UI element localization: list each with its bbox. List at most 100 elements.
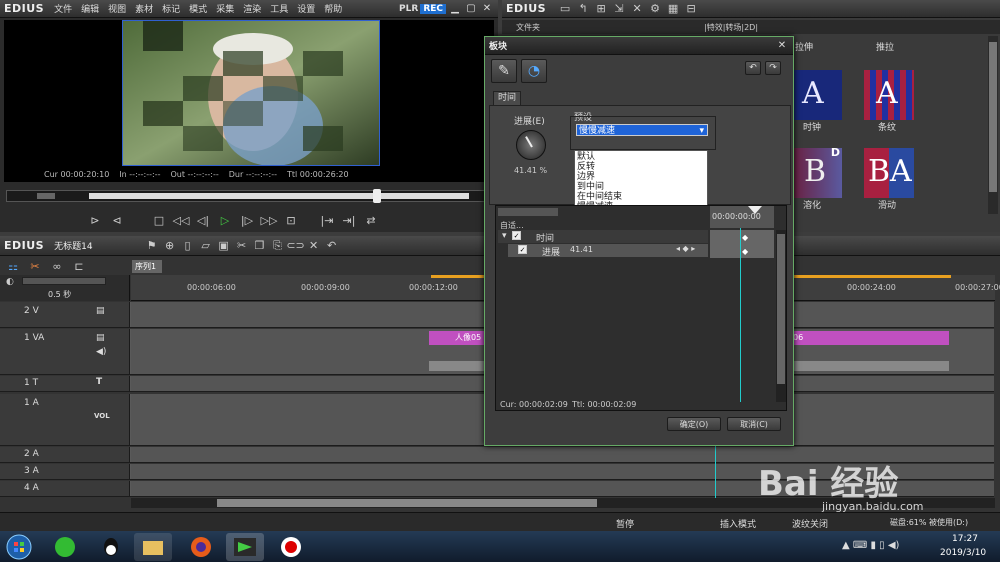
sync-icon[interactable]: ∞ bbox=[48, 259, 66, 273]
effects-scrollbar[interactable] bbox=[988, 36, 998, 214]
step-back-icon[interactable]: ◁| bbox=[194, 213, 212, 227]
minimize-icon[interactable]: ▁ bbox=[448, 2, 462, 15]
menu-item-6[interactable]: 采集 bbox=[216, 5, 234, 15]
track-video-icon-2[interactable]: ▤ bbox=[96, 333, 105, 343]
fast-forward-icon[interactable]: ▷▷ bbox=[260, 213, 278, 227]
keyframe-diamond-1[interactable]: ◆ bbox=[742, 233, 748, 242]
tray-icons[interactable]: ▲ ⌨ ▮ ▯ ◀) bbox=[842, 540, 899, 551]
expand-icon[interactable]: ⊟ bbox=[682, 2, 700, 16]
cancel-button[interactable]: 取消(C) bbox=[727, 417, 781, 431]
kf-vscroll[interactable] bbox=[776, 230, 786, 402]
preset-option-3[interactable]: 到中间 bbox=[575, 182, 707, 192]
scale-value[interactable]: 0.5 秒 bbox=[48, 289, 71, 300]
firefox-app-icon[interactable] bbox=[182, 533, 220, 561]
clip-b[interactable]: 06 bbox=[793, 331, 949, 345]
save-icon[interactable]: ▣ bbox=[215, 239, 233, 253]
effect-label-push[interactable]: 推拉 bbox=[855, 40, 915, 53]
rewind-icon[interactable]: ◁◁ bbox=[172, 213, 190, 227]
scrubber-handle[interactable] bbox=[37, 193, 55, 199]
kf-nav-icon[interactable]: ◂ ◆ ▸ bbox=[676, 244, 695, 253]
preset-option-0[interactable]: 默认 bbox=[575, 152, 707, 162]
start-button[interactable] bbox=[4, 533, 34, 561]
track-audio-icon[interactable]: ◀) bbox=[96, 347, 106, 357]
effect-label-slide[interactable]: 滑动 bbox=[857, 198, 917, 211]
stop-icon[interactable]: □ bbox=[150, 213, 168, 227]
open-icon[interactable]: ▱ bbox=[197, 239, 215, 253]
sequence-icon[interactable]: ⚑ bbox=[143, 239, 161, 253]
replace-icon[interactable]: ⇄ bbox=[362, 213, 380, 227]
menu-item-1[interactable]: 编辑 bbox=[81, 5, 99, 15]
gauge-icon[interactable]: ◔ bbox=[521, 59, 547, 83]
progress-knob[interactable] bbox=[516, 130, 546, 160]
snap-icon[interactable]: ✂ bbox=[26, 259, 44, 273]
play-icon[interactable]: ▷ bbox=[216, 213, 234, 227]
sequence-tab[interactable]: 序列1 bbox=[132, 260, 162, 273]
menu-item-5[interactable]: 模式 bbox=[189, 5, 207, 15]
rec-label[interactable]: REC bbox=[420, 3, 446, 14]
ripple-icon[interactable]: ⊏ bbox=[70, 259, 88, 273]
menu-item-3[interactable]: 素材 bbox=[135, 5, 153, 15]
progress-checkbox[interactable]: ✓ bbox=[518, 245, 527, 254]
menu-item-8[interactable]: 工具 bbox=[270, 5, 288, 15]
dialog-tab[interactable]: 时间 bbox=[493, 91, 521, 105]
preset-option-2[interactable]: 边界 bbox=[575, 172, 707, 182]
dialog-close-icon[interactable]: ✕ bbox=[775, 39, 789, 52]
effect-thumb-stripe[interactable]: A bbox=[864, 70, 914, 120]
preset-option-1[interactable]: 反转 bbox=[575, 162, 707, 172]
paste-icon[interactable]: ⎘ bbox=[269, 239, 287, 253]
kf-row-time[interactable]: ▾ ✓ 时间 bbox=[498, 230, 708, 244]
overwrite-icon[interactable]: ⇥| bbox=[340, 213, 358, 227]
properties-icon[interactable]: ⚙ bbox=[646, 2, 664, 16]
brush-icon[interactable]: ✎ bbox=[491, 59, 517, 83]
folder-icon[interactable]: ▭ bbox=[556, 2, 574, 16]
effect-thumb-clock[interactable]: A bbox=[792, 70, 842, 120]
kf-row-progress[interactable]: ✓ 进展 41.41 ◂ ◆ ▸ bbox=[508, 244, 708, 258]
player-scrubber[interactable] bbox=[6, 189, 492, 203]
qq-app-icon[interactable] bbox=[92, 533, 130, 561]
apply-icon[interactable]: ⇲ bbox=[610, 2, 628, 16]
time-checkbox[interactable]: ✓ bbox=[512, 231, 521, 240]
undo-icon[interactable]: ↶ bbox=[323, 239, 341, 253]
kf-playhead-icon[interactable] bbox=[748, 206, 762, 214]
menu-item-4[interactable]: 标记 bbox=[162, 5, 180, 15]
folder-tab[interactable]: 文件夹 bbox=[516, 22, 540, 33]
lock-icon[interactable]: ◐ bbox=[6, 277, 14, 287]
plr-label[interactable]: PLR bbox=[399, 4, 418, 14]
menu-item-0[interactable]: 文件 bbox=[54, 5, 72, 15]
track-video-icon[interactable]: ▤ bbox=[96, 306, 105, 316]
redo-dialog-icon[interactable]: ↷ bbox=[765, 61, 781, 75]
menu-item-2[interactable]: 视图 bbox=[108, 5, 126, 15]
effect-thumb-dissolve[interactable]: D B bbox=[792, 146, 842, 198]
tree-icon[interactable]: ⊞ bbox=[592, 2, 610, 16]
close-icon[interactable]: ✕ bbox=[480, 2, 494, 15]
vol-label[interactable]: VOL bbox=[94, 412, 110, 420]
maximize-icon[interactable]: ▢ bbox=[464, 2, 478, 15]
mark-out-icon[interactable]: ⊲ bbox=[108, 213, 126, 227]
text-track-icon[interactable]: T bbox=[96, 377, 102, 387]
expand-arrow-icon[interactable]: ▾ bbox=[502, 231, 507, 241]
effect-thumb-slide[interactable]: B A bbox=[864, 148, 914, 198]
menu-item-7[interactable]: 渲染 bbox=[243, 5, 261, 15]
up-folder-icon[interactable]: ↰ bbox=[574, 2, 592, 16]
mode-icon[interactable]: ⚏ bbox=[4, 259, 22, 273]
undo-dialog-icon[interactable]: ↶ bbox=[745, 61, 761, 75]
insert-icon[interactable]: |⇥ bbox=[318, 213, 336, 227]
kf-slider[interactable] bbox=[498, 208, 558, 216]
effect-label-stripe[interactable]: 条纹 bbox=[857, 120, 917, 133]
copy-icon[interactable]: ❐ bbox=[251, 239, 269, 253]
new-file-icon[interactable]: ▯ bbox=[179, 239, 197, 253]
delete-icon[interactable]: ✕ bbox=[628, 2, 646, 16]
ok-button[interactable]: 确定(O) bbox=[667, 417, 721, 431]
menu-item-10[interactable]: 帮助 bbox=[324, 5, 342, 15]
link-icon[interactable]: ⊂⊃ bbox=[286, 239, 304, 253]
playhead-line[interactable] bbox=[715, 446, 716, 498]
clip-a[interactable]: 人像05 bbox=[429, 331, 489, 345]
view-icon[interactable]: ▦ bbox=[664, 2, 682, 16]
refresh-app-icon[interactable] bbox=[46, 533, 84, 561]
explorer-app-icon[interactable] bbox=[134, 533, 172, 561]
cut-icon[interactable]: ✂ bbox=[233, 239, 251, 253]
edius-app-icon[interactable] bbox=[226, 533, 264, 561]
playhead-marker[interactable] bbox=[373, 189, 381, 203]
delete-clip-icon[interactable]: ✕ bbox=[305, 239, 323, 253]
new-clip-icon[interactable]: ⊕ bbox=[161, 239, 179, 253]
